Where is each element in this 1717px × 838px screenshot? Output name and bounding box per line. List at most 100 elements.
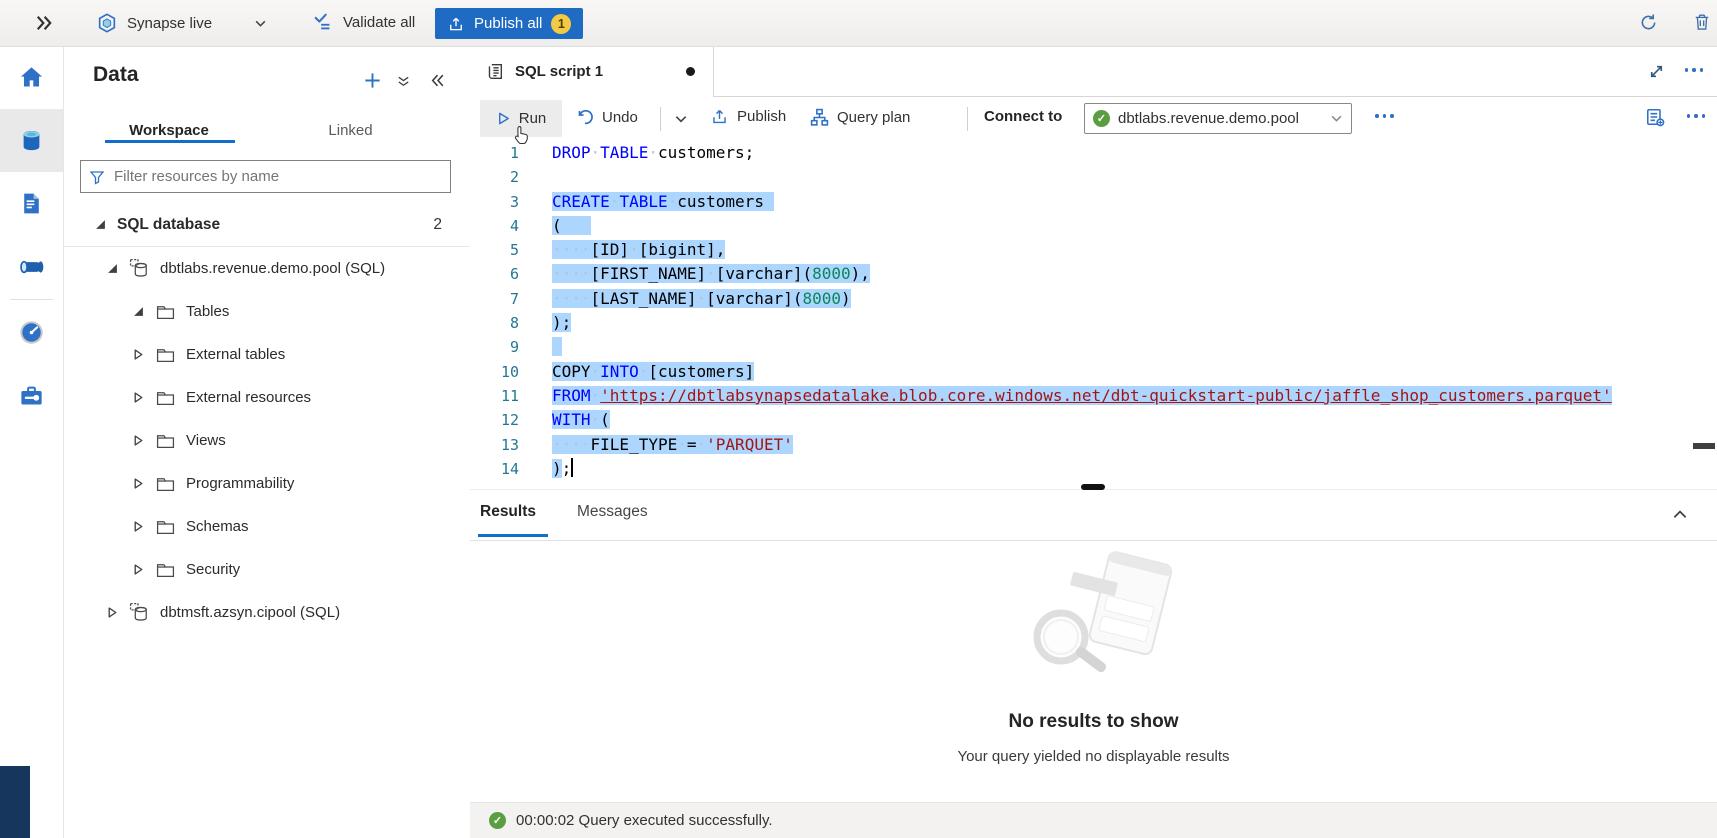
rail-item-integrate[interactable] bbox=[0, 235, 63, 298]
tree-row[interactable]: Security bbox=[63, 548, 470, 591]
sql-pool-icon bbox=[129, 602, 150, 623]
tree-row[interactable]: Schemas bbox=[63, 505, 470, 548]
tree-collapsed-toggle[interactable] bbox=[131, 564, 146, 575]
refresh-icon bbox=[1638, 12, 1659, 33]
sql-pool-icon bbox=[129, 258, 150, 279]
collapse-results-button[interactable] bbox=[1671, 506, 1689, 524]
editor-line[interactable]: 7····[LAST_NAME]·[varchar](8000) bbox=[470, 287, 1717, 311]
tree-row[interactable]: SQL database2 bbox=[63, 203, 470, 247]
toolbar-separator bbox=[967, 107, 968, 131]
tree-expanded-toggle[interactable] bbox=[131, 306, 146, 317]
filter-box bbox=[80, 160, 451, 193]
pool-dropdown[interactable]: dbtlabs.revenue.demo.pool bbox=[1084, 103, 1352, 134]
tree-item-label: dbtlabs.revenue.demo.pool (SQL) bbox=[160, 260, 385, 277]
rail-item-home[interactable] bbox=[0, 46, 63, 109]
editor-line[interactable]: 10COPY·INTO·[customers] bbox=[470, 360, 1717, 384]
editor-line[interactable]: 13····FILE_TYPE·=·'PARQUET' bbox=[470, 433, 1717, 457]
editor-line[interactable]: 12WITH·( bbox=[470, 408, 1717, 432]
tree-item-label: External resources bbox=[186, 389, 311, 406]
query-plan-icon bbox=[810, 108, 829, 127]
tree-collapsed-toggle[interactable] bbox=[131, 435, 146, 446]
undo-button[interactable]: Undo bbox=[576, 108, 638, 126]
editor-line[interactable]: 9 bbox=[470, 335, 1717, 359]
rail-item-develop[interactable] bbox=[0, 172, 63, 235]
tree-row[interactable]: Views bbox=[63, 419, 470, 462]
tree-collapsed-toggle[interactable] bbox=[105, 607, 120, 618]
undo-redo-chevron[interactable] bbox=[674, 112, 688, 126]
discard-button[interactable] bbox=[1692, 12, 1712, 32]
publish-button[interactable]: Publish bbox=[710, 107, 786, 126]
toolbar-overflow-button[interactable] bbox=[1687, 114, 1706, 118]
tree-collapsed-toggle[interactable] bbox=[131, 478, 146, 489]
validate-all-button[interactable]: Validate all bbox=[312, 11, 415, 33]
rail-separator bbox=[10, 299, 53, 300]
properties-button[interactable] bbox=[1645, 107, 1665, 127]
tree-row[interactable]: dbtmsft.azsyn.cipool (SQL) bbox=[63, 591, 470, 634]
tree-expanded-icon bbox=[133, 306, 144, 317]
editor-line[interactable]: 6····[FIRST_NAME]·[varchar](8000), bbox=[470, 262, 1717, 286]
editor-line[interactable]: 14); bbox=[470, 457, 1717, 481]
tab-results[interactable]: Results bbox=[480, 503, 536, 521]
refresh-button[interactable] bbox=[1638, 12, 1659, 33]
tree-row[interactable]: Tables bbox=[63, 290, 470, 333]
toolbar-more-button[interactable] bbox=[1375, 114, 1394, 118]
sql-editor[interactable]: 1DROP·TABLE·customers;23CREATE·TABLE·cus… bbox=[470, 140, 1717, 489]
editor-line[interactable]: 2 bbox=[470, 165, 1717, 189]
tab-linked[interactable]: Linked bbox=[303, 116, 398, 144]
tree-item-label: Tables bbox=[186, 303, 229, 320]
more-icon bbox=[1685, 68, 1704, 72]
mode-label: Synapse live bbox=[127, 15, 212, 32]
tree-item-label: Schemas bbox=[186, 518, 249, 535]
tree-expanded-icon bbox=[95, 219, 106, 230]
status-message: 00:00:02 Query executed successfully. bbox=[516, 812, 773, 829]
manage-toolbox-icon bbox=[18, 382, 45, 409]
rail-item-manage[interactable] bbox=[0, 364, 63, 427]
editor-scrollbar-thumb[interactable] bbox=[1693, 443, 1715, 449]
tree-collapsed-toggle[interactable] bbox=[131, 349, 146, 360]
rail-item-data[interactable] bbox=[0, 109, 63, 172]
tree-expanded-toggle[interactable] bbox=[93, 219, 108, 230]
rail-item-monitor[interactable] bbox=[0, 301, 63, 364]
publish-all-button[interactable]: Publish all 1 bbox=[435, 8, 583, 39]
tree-collapsed-icon bbox=[133, 392, 144, 403]
editor-line[interactable]: 3CREATE·TABLE·customers bbox=[470, 190, 1717, 214]
doc-tab-sql-script[interactable]: SQL script 1 bbox=[470, 46, 714, 97]
mode-selector[interactable]: Synapse live bbox=[96, 12, 212, 34]
tree-expanded-toggle[interactable] bbox=[105, 263, 120, 274]
tree-collapsed-toggle[interactable] bbox=[131, 392, 146, 403]
tree-row[interactable]: Programmability bbox=[63, 462, 470, 505]
publish-label: Publish bbox=[737, 108, 786, 125]
left-nav-rail bbox=[0, 46, 64, 838]
editor-line[interactable]: 4( bbox=[470, 214, 1717, 238]
filter-input[interactable] bbox=[112, 167, 442, 186]
expand-editor-button[interactable] bbox=[1648, 63, 1665, 80]
mode-dropdown-chevron[interactable] bbox=[254, 17, 267, 30]
empty-results-state: No results to show Your query yielded no… bbox=[470, 541, 1717, 765]
tab-messages[interactable]: Messages bbox=[577, 503, 648, 521]
results-splitter-handle[interactable] bbox=[1081, 484, 1105, 490]
line-content: ····FILE_TYPE·=·'PARQUET' bbox=[519, 433, 793, 457]
empty-results-subtitle: Your query yielded no displayable result… bbox=[470, 748, 1717, 765]
tab-more-button[interactable] bbox=[1685, 68, 1704, 72]
tree-collapsed-toggle[interactable] bbox=[131, 521, 146, 532]
editor-line[interactable]: 11FROM·'https://dbtlabsynapsedatalake.bl… bbox=[470, 384, 1717, 408]
tree-row[interactable]: External resources bbox=[63, 376, 470, 419]
integrate-pipeline-icon bbox=[18, 253, 46, 281]
collapse-panel-button[interactable] bbox=[429, 72, 446, 89]
add-resource-button[interactable] bbox=[363, 71, 382, 90]
expand-rail-button[interactable] bbox=[34, 13, 54, 33]
collapse-all-button[interactable] bbox=[396, 74, 411, 89]
line-content: ····[FIRST_NAME]·[varchar](8000), bbox=[519, 262, 870, 286]
editor-line[interactable]: 8); bbox=[470, 311, 1717, 335]
tree-row[interactable]: External tables bbox=[63, 333, 470, 376]
no-results-illustration bbox=[1009, 549, 1179, 689]
run-button[interactable]: Run bbox=[480, 100, 562, 137]
folder-icon bbox=[155, 304, 176, 320]
undo-label: Undo bbox=[602, 109, 638, 126]
line-number: 6 bbox=[470, 262, 519, 286]
query-plan-button[interactable]: Query plan bbox=[810, 108, 910, 127]
tree-row[interactable]: dbtlabs.revenue.demo.pool (SQL) bbox=[63, 247, 470, 290]
folder-icon bbox=[155, 562, 176, 578]
editor-line[interactable]: 5····[ID]·[bigint], bbox=[470, 238, 1717, 262]
editor-line[interactable]: 1DROP·TABLE·customers; bbox=[470, 141, 1717, 165]
